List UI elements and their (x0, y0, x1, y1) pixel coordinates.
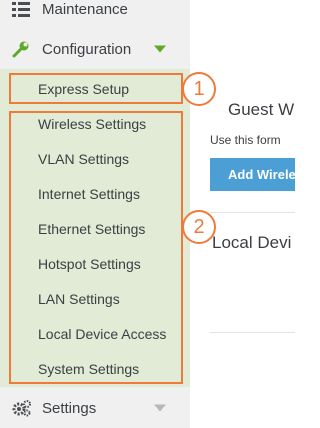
wrench-icon (12, 40, 34, 58)
callout-badge-1: 1 (182, 72, 216, 106)
submenu-item-system-settings[interactable]: System Settings (38, 359, 139, 379)
submenu-item-ethernet-settings[interactable]: Ethernet Settings (38, 219, 145, 239)
nav-item-maintenance-label: Maintenance (42, 0, 128, 18)
callout-badge-2: 2 (182, 210, 216, 244)
page-title: Guest Wire (228, 100, 295, 119)
gears-icon (12, 399, 34, 417)
nav-item-settings-label: Settings (42, 399, 97, 417)
nav-item-configuration[interactable]: Configuration (0, 30, 190, 68)
submenu-item-internet-settings[interactable]: Internet Settings (38, 184, 140, 204)
nav-item-maintenance[interactable]: Maintenance (0, 0, 190, 28)
divider (210, 212, 295, 213)
add-wireless-button[interactable]: Add Wirele (210, 158, 295, 191)
submenu-item-lan-settings[interactable]: LAN Settings (38, 289, 120, 309)
caret-down-icon (154, 400, 166, 417)
list-icon (12, 0, 34, 18)
submenu-item-wireless-settings[interactable]: Wireless Settings (38, 114, 146, 134)
nav-item-configuration-label: Configuration (42, 40, 132, 58)
configuration-submenu: Express Setup Wireless Settings VLAN Set… (0, 69, 190, 387)
submenu-item-local-device-access[interactable]: Local Device Access (38, 324, 166, 344)
submenu-item-express-setup[interactable]: Express Setup (38, 79, 129, 99)
divider (210, 332, 295, 333)
sidebar: Maintenance Configuration Express Setup … (0, 0, 190, 428)
submenu-item-hotspot-settings[interactable]: Hotspot Settings (38, 254, 141, 274)
nav-item-settings[interactable]: Settings (0, 389, 190, 427)
caret-down-icon (154, 41, 166, 58)
section-heading: Local Devi (212, 233, 292, 252)
page-description: Use this form (210, 133, 281, 147)
submenu-item-vlan-settings[interactable]: VLAN Settings (38, 149, 129, 169)
